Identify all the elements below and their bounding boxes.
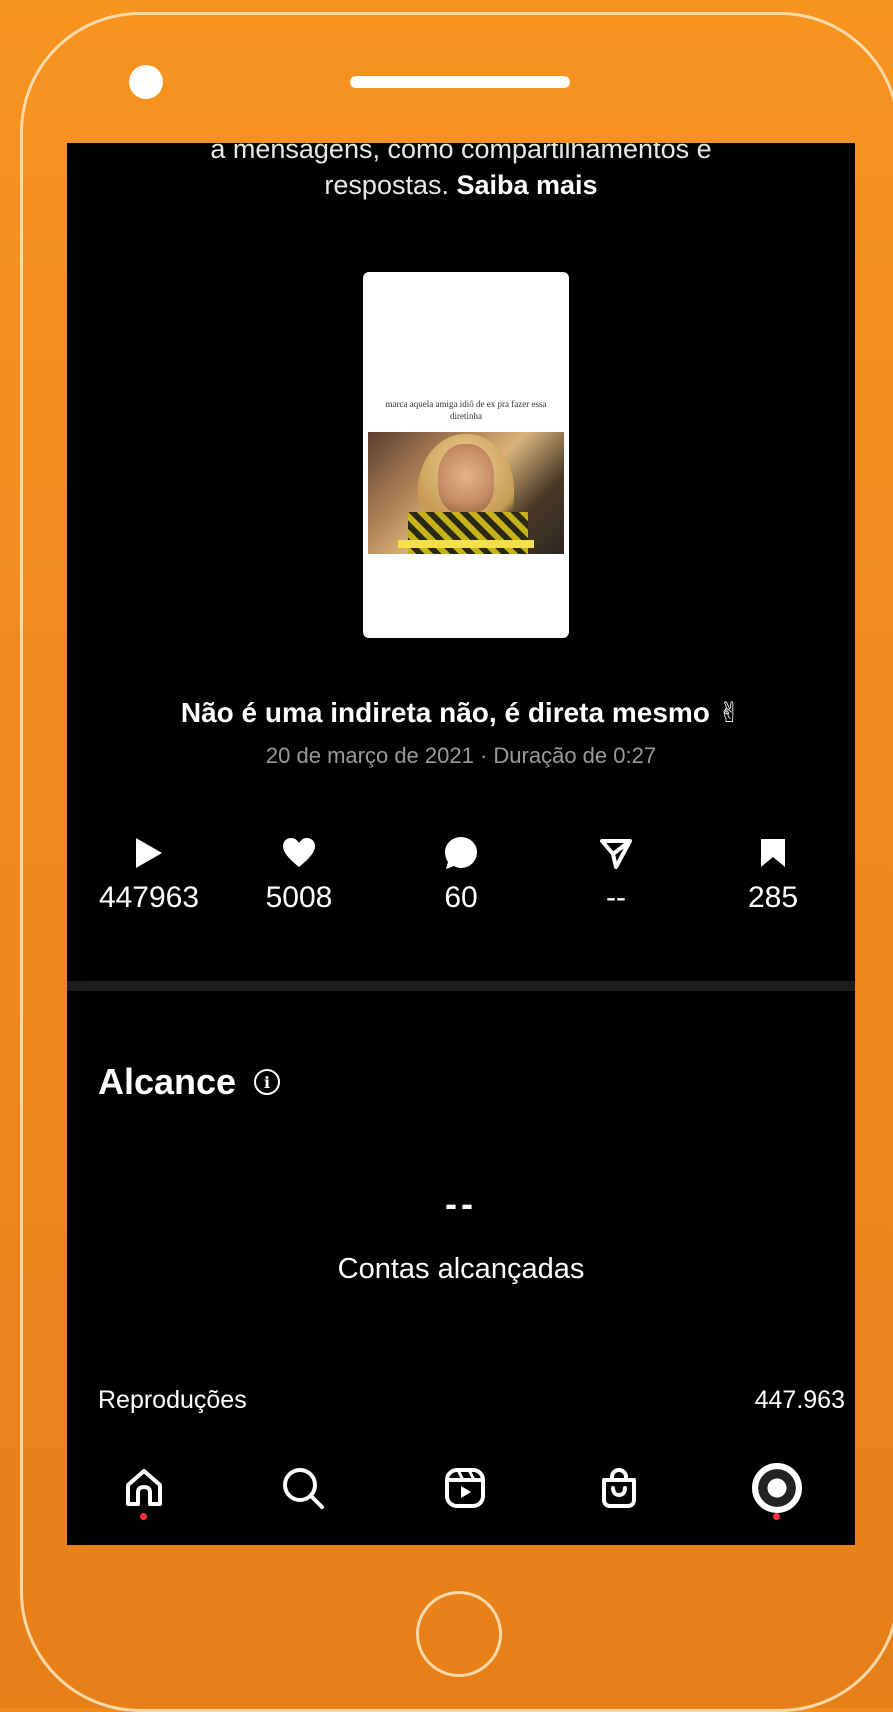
search-icon — [283, 1468, 324, 1509]
notice-line-2: respostas. — [324, 170, 457, 200]
post-title: Não é uma indireta não, é direta mesmo ✌ — [180, 697, 742, 728]
section-divider — [67, 981, 855, 991]
nav-reels[interactable] — [425, 1448, 505, 1528]
plays-value: 447.963 — [754, 1386, 845, 1414]
stat-shares: -- — [546, 833, 686, 915]
home-icon — [126, 1469, 162, 1506]
heart-icon — [229, 833, 369, 873]
reels-icon — [445, 1468, 485, 1508]
phone-frame: a mensagens, como compartilhamentos e re… — [0, 0, 893, 1712]
comment-icon — [391, 833, 531, 873]
share-icon — [546, 833, 686, 873]
stat-saves: 285 — [703, 833, 843, 915]
notification-dot — [140, 1513, 147, 1520]
reel-thumbnail[interactable]: marca aquela amiga idiô de ex pra fazer … — [363, 272, 569, 638]
plays-label: Reproduções — [98, 1386, 247, 1414]
nav-search[interactable] — [263, 1448, 343, 1528]
profile-avatar — [752, 1463, 802, 1513]
reach-label: Contas alcançadas — [337, 1253, 585, 1285]
stat-value: 5008 — [265, 881, 333, 914]
reach-heading: Alcance i — [98, 1061, 281, 1103]
stat-value: -- — [606, 881, 626, 914]
info-icon[interactable]: i — [254, 1069, 281, 1095]
camera — [129, 65, 163, 99]
stat-value: 447963 — [98, 881, 200, 914]
play-icon — [79, 833, 219, 873]
reach-value: -- — [445, 1183, 477, 1224]
nav-shop[interactable] — [579, 1448, 659, 1528]
reach-title: Alcance — [98, 1061, 237, 1102]
home-button[interactable] — [416, 1591, 502, 1677]
app-screen: a mensagens, como compartilhamentos e re… — [67, 143, 855, 1545]
learn-more-link[interactable]: Saiba mais — [456, 170, 597, 200]
stat-plays: 447963 — [79, 833, 219, 915]
stat-comments: 60 — [391, 833, 531, 915]
stat-likes: 5008 — [229, 833, 369, 915]
nav-profile[interactable] — [737, 1448, 817, 1528]
plays-metric-row: Reproduções 447.963 — [98, 1386, 845, 1415]
notification-dot — [773, 1513, 780, 1520]
shop-icon — [602, 1467, 636, 1508]
bottom-nav — [67, 1448, 855, 1528]
stat-value: 60 — [444, 881, 478, 914]
bookmark-icon — [703, 833, 843, 873]
stats-row: 447963 5008 60 -- 285 — [67, 833, 855, 933]
nav-home[interactable] — [104, 1448, 184, 1528]
post-meta: 20 de março de 2021 · Duração de 0:27 — [265, 743, 657, 768]
notice-line-1: a mensagens, como compartilhamentos e — [210, 143, 712, 164]
speaker — [350, 76, 570, 88]
insights-notice: a mensagens, como compartilhamentos e re… — [67, 143, 855, 203]
stat-value: 285 — [747, 881, 799, 914]
thumbnail-photo — [368, 432, 564, 554]
thumbnail-caption: marca aquela amiga idiô de ex pra fazer … — [385, 399, 547, 421]
